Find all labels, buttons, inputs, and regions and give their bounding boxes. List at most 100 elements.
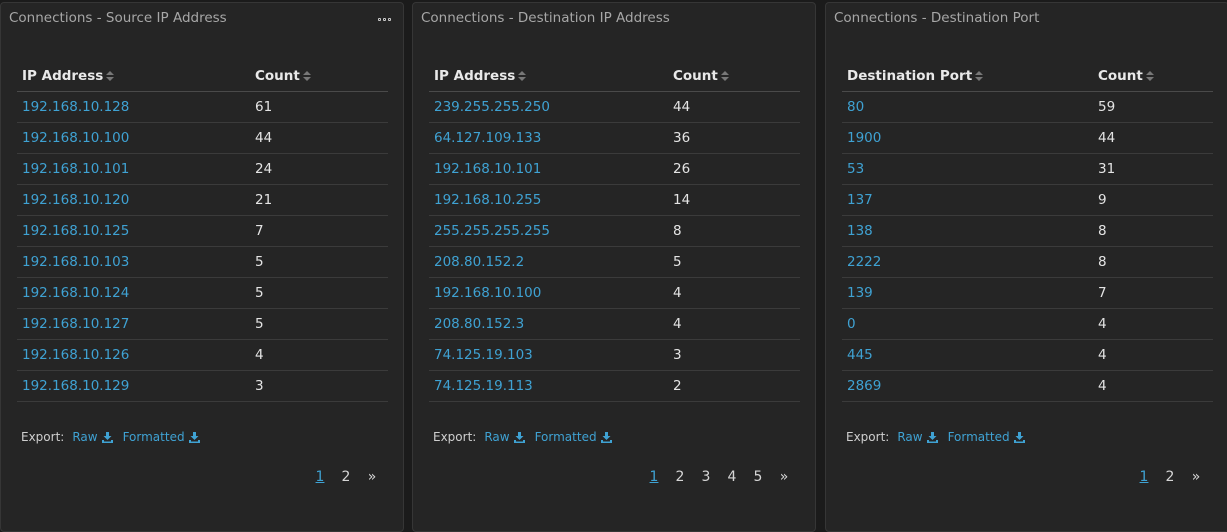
sort-icon[interactable] xyxy=(106,70,115,82)
row-key-link[interactable]: 53 xyxy=(847,161,864,177)
sort-icon[interactable] xyxy=(975,70,984,82)
row-key-link[interactable]: 192.168.10.100 xyxy=(434,285,541,301)
row-key-link[interactable]: 192.168.10.255 xyxy=(434,192,541,208)
next-page-button[interactable]: » xyxy=(771,469,797,485)
table-row: 192.168.10.124 5 xyxy=(17,277,388,309)
row-key-link[interactable]: 192.168.10.103 xyxy=(22,254,129,270)
table-row: 192.168.10.126 4 xyxy=(17,339,388,371)
export-raw-link[interactable]: Raw xyxy=(484,430,525,444)
row-key-link[interactable]: 192.168.10.100 xyxy=(22,130,129,146)
export-formatted-link[interactable]: Formatted xyxy=(123,430,200,444)
count-cell: 4 xyxy=(1093,339,1213,371)
export-bar: Export: Raw Formatted xyxy=(433,430,622,444)
row-key-link[interactable]: 192.168.10.128 xyxy=(22,99,129,115)
count-cell: 8 xyxy=(1093,246,1213,278)
table-cell: 208.80.152.2 xyxy=(429,246,668,278)
page-2-button[interactable]: 2 xyxy=(333,469,359,485)
sort-icon[interactable] xyxy=(720,70,729,82)
row-key-link[interactable]: 1900 xyxy=(847,130,881,146)
sort-icon[interactable] xyxy=(518,70,527,82)
count-cell: 5 xyxy=(250,308,388,340)
row-key-link[interactable]: 80 xyxy=(847,99,864,115)
table-row: 192.168.10.255 14 xyxy=(429,184,800,216)
column-header-count[interactable]: Count xyxy=(250,61,388,92)
panel-options-icon[interactable] xyxy=(378,18,391,21)
table-cell: 192.168.10.101 xyxy=(429,153,668,185)
download-icon xyxy=(188,431,200,443)
table-cell: 192.168.10.100 xyxy=(429,277,668,309)
row-key-link[interactable]: 0 xyxy=(847,316,856,332)
row-key-link[interactable]: 192.168.10.126 xyxy=(22,347,129,363)
table-cell: 80 xyxy=(842,91,1093,123)
row-key-link[interactable]: 192.168.10.101 xyxy=(434,161,541,177)
table-row: 74.125.19.103 3 xyxy=(429,339,800,371)
table-row: 192.168.10.128 61 xyxy=(17,91,388,123)
next-page-button[interactable]: » xyxy=(359,469,385,485)
sort-icon[interactable] xyxy=(1145,70,1154,82)
table-row: 208.80.152.3 4 xyxy=(429,308,800,340)
table-cell: 192.168.10.101 xyxy=(17,153,250,185)
panel-title: Connections - Source IP Address xyxy=(9,10,227,26)
table-row: 64.127.109.133 36 xyxy=(429,122,800,154)
page-1-button[interactable]: 1 xyxy=(1131,469,1157,485)
row-key-link[interactable]: 208.80.152.3 xyxy=(434,316,524,332)
row-key-link[interactable]: 64.127.109.133 xyxy=(434,130,541,146)
table-row: 208.80.152.2 5 xyxy=(429,246,800,278)
table-row: 192.168.10.101 24 xyxy=(17,153,388,185)
export-label: Export: xyxy=(433,430,477,444)
export-formatted-link[interactable]: Formatted xyxy=(948,430,1025,444)
row-key-link[interactable]: 255.255.255.255 xyxy=(434,223,550,239)
export-formatted-link[interactable]: Formatted xyxy=(535,430,612,444)
export-raw-link[interactable]: Raw xyxy=(72,430,113,444)
table-cell: 192.168.10.100 xyxy=(17,122,250,154)
page-4-button[interactable]: 4 xyxy=(719,469,745,485)
count-cell: 4 xyxy=(668,277,800,309)
page-2-button[interactable]: 2 xyxy=(667,469,693,485)
download-icon xyxy=(600,431,612,443)
panel-destination-port: Connections - Destination Port Destinati… xyxy=(825,2,1227,532)
row-key-link[interactable]: 239.255.255.250 xyxy=(434,99,550,115)
table-row: 192.168.10.127 5 xyxy=(17,308,388,340)
count-cell: 4 xyxy=(1093,308,1213,340)
row-key-link[interactable]: 74.125.19.103 xyxy=(434,347,533,363)
page-3-button[interactable]: 3 xyxy=(693,469,719,485)
table-cell: 255.255.255.255 xyxy=(429,215,668,247)
table-row: 138 8 xyxy=(842,215,1213,247)
page-2-button[interactable]: 2 xyxy=(1157,469,1183,485)
row-key-link[interactable]: 2869 xyxy=(847,378,881,394)
row-key-link[interactable]: 2222 xyxy=(847,254,881,270)
column-header-count[interactable]: Count xyxy=(668,61,800,92)
export-bar: Export: Raw Formatted xyxy=(21,430,210,444)
column-header-ip-address[interactable]: IP Address xyxy=(429,61,668,92)
row-key-link[interactable]: 208.80.152.2 xyxy=(434,254,524,270)
row-key-link[interactable]: 74.125.19.113 xyxy=(434,378,533,394)
export-raw-link[interactable]: Raw xyxy=(897,430,938,444)
table-row: 192.168.10.120 21 xyxy=(17,184,388,216)
row-key-link[interactable]: 192.168.10.127 xyxy=(22,316,129,332)
sort-icon[interactable] xyxy=(302,70,311,82)
row-key-link[interactable]: 192.168.10.101 xyxy=(22,161,129,177)
column-header-destination-port[interactable]: Destination Port xyxy=(842,61,1093,92)
row-key-link[interactable]: 192.168.10.124 xyxy=(22,285,129,301)
table-row: 2222 8 xyxy=(842,246,1213,278)
table-cell: 445 xyxy=(842,339,1093,371)
row-key-link[interactable]: 138 xyxy=(847,223,873,239)
table-cell: 192.168.10.120 xyxy=(17,184,250,216)
column-header-ip-address[interactable]: IP Address xyxy=(17,61,250,92)
table-row: 192.168.10.103 5 xyxy=(17,246,388,278)
row-key-link[interactable]: 192.168.10.125 xyxy=(22,223,129,239)
count-cell: 36 xyxy=(668,122,800,154)
row-key-link[interactable]: 139 xyxy=(847,285,873,301)
row-key-link[interactable]: 192.168.10.120 xyxy=(22,192,129,208)
row-key-link[interactable]: 192.168.10.129 xyxy=(22,378,129,394)
row-key-link[interactable]: 445 xyxy=(847,347,873,363)
column-header-count[interactable]: Count xyxy=(1093,61,1213,92)
count-cell: 2 xyxy=(668,370,800,402)
next-page-button[interactable]: » xyxy=(1183,469,1209,485)
row-key-link[interactable]: 137 xyxy=(847,192,873,208)
page-1-button[interactable]: 1 xyxy=(307,469,333,485)
page-1-button[interactable]: 1 xyxy=(641,469,667,485)
page-5-button[interactable]: 5 xyxy=(745,469,771,485)
source-ip-table: IP Address Count 192.168.10.128 61 192.168… xyxy=(17,61,388,402)
count-cell: 5 xyxy=(668,246,800,278)
